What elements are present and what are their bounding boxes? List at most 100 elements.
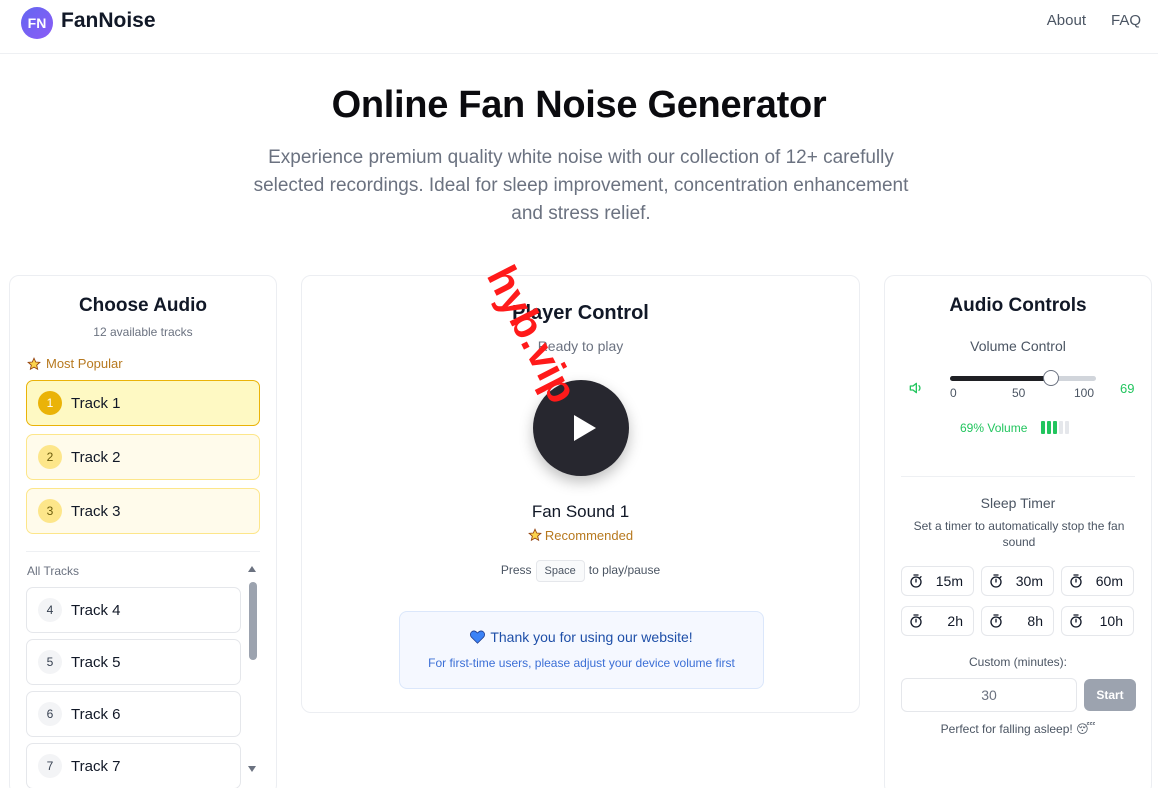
stopwatch-icon [910,614,922,628]
track-item-2[interactable]: 2 Track 2 [26,434,260,480]
track-item-3[interactable]: 3 Track 3 [26,488,260,534]
stopwatch-icon [910,574,922,588]
track-label: Track 3 [71,502,121,520]
track-number: 1 [38,391,62,415]
timer-label: 10h [1099,613,1123,629]
track-label: Track 4 [71,601,121,619]
star-icon [27,356,41,370]
star-icon [528,528,542,542]
stopwatch-icon [1070,574,1082,588]
top-nav: About FAQ [1047,12,1141,29]
nav-about-link[interactable]: About [1047,12,1086,29]
volume-slider-fill [950,376,1051,381]
top-header: FN FanNoise About FAQ [0,0,1158,54]
scroll-up-arrow-icon[interactable] [248,566,256,572]
timer-button-60m[interactable]: 60m [1061,566,1134,596]
volume-percent: 69% Volume [960,421,1028,435]
choose-audio-title: Choose Audio [78,295,208,316]
choose-audio-panel: Choose Audio 12 available tracks Most Po… [9,275,277,788]
track-label: Track 1 [71,394,121,412]
thanks-note: For first-time users, please adjust your… [428,656,735,670]
stopwatch-icon [1070,614,1082,628]
timer-label: 60m [1095,573,1123,589]
track-number: 2 [38,445,62,469]
start-timer-button[interactable]: Start [1084,679,1136,711]
track-label: Track 5 [71,653,121,671]
track-number: 7 [38,754,62,778]
audio-controls-title: Audio Controls [949,295,1087,316]
audio-controls-panel: Audio Controls Volume Control 0 50 100 6… [884,275,1152,788]
timer-button-30m[interactable]: 30m [981,566,1054,596]
track-label: Track 7 [71,757,121,775]
section-divider [901,476,1135,477]
player-status: Ready to play [537,338,624,354]
timer-button-2h[interactable]: 2h [901,606,974,636]
thanks-title: Thank you for using our website! [490,629,693,645]
track-number: 5 [38,650,62,674]
timer-label: 30m [1015,573,1043,589]
volume-slider-handle[interactable] [1042,370,1059,386]
timer-label: 2h [947,613,963,629]
track-number: 4 [38,598,62,622]
level-bar [1065,421,1069,434]
speaker-icon[interactable] [909,381,925,395]
page-title: Online Fan Noise Generator [331,84,827,126]
tick-label: 50 [1012,386,1026,400]
volume-value: 69 [1120,381,1135,396]
level-bar [1047,421,1051,434]
volume-control-label: Volume Control [970,338,1066,354]
timer-button-8h[interactable]: 8h [981,606,1054,636]
sleep-tip: Perfect for falling asleep! 😴 [940,722,1096,736]
volume-slider[interactable] [950,370,1096,386]
scrollbar-thumb[interactable] [249,582,257,660]
level-bar [1053,421,1057,434]
timer-label: 15m [935,573,963,589]
play-icon [574,415,596,441]
player-panel: Player Control Ready to play Fan Sound 1… [301,275,860,713]
volume-level-bars [1041,421,1069,434]
track-item-7[interactable]: 7 Track 7 [26,743,241,788]
scroll-down-arrow-icon[interactable] [248,766,256,772]
track-count: 12 available tracks [93,325,193,339]
track-label: Track 6 [71,705,121,723]
track-item-1[interactable]: 1 Track 1 [26,380,260,426]
space-key-badge: Space [535,560,585,582]
track-label: Track 2 [71,448,121,466]
current-sound-name: Fan Sound 1 [531,502,630,521]
page-description: Experience premium quality white noise w… [253,147,909,224]
level-bar [1059,421,1063,434]
heart-icon [470,630,486,644]
thanks-notice: Thank you for using our website! For fir… [399,611,764,689]
recommended-label: Recommended [544,528,634,543]
all-tracks-heading: All Tracks [27,564,80,578]
logo[interactable]: FN [21,7,53,39]
tick-label: 0 [950,386,957,400]
track-number: 6 [38,702,62,726]
timer-button-10h[interactable]: 10h [1061,606,1134,636]
stopwatch-icon [990,614,1002,628]
track-item-4[interactable]: 4 Track 4 [26,587,241,633]
recommended-badge: Recommended [302,528,859,543]
sleep-timer-description: Set a timer to automatically stop the fa… [913,519,1125,549]
brand-name[interactable]: FanNoise [61,9,156,33]
keyboard-hint: Press Space to play/pause [302,560,859,582]
thanks-title-row: Thank you for using our website! [400,629,763,645]
hint-press: Press [500,563,532,577]
track-item-6[interactable]: 6 Track 6 [26,691,241,737]
tick-label: 100 [1074,386,1095,400]
custom-minutes-input[interactable] [901,678,1077,712]
player-title: Player Control [512,302,649,324]
timer-label: 8h [1027,613,1043,629]
timer-button-15m[interactable]: 15m [901,566,974,596]
most-popular-label: Most Popular [46,356,123,371]
nav-faq-link[interactable]: FAQ [1111,12,1141,29]
section-divider [26,551,260,552]
track-number: 3 [38,499,62,523]
level-bar [1041,421,1045,434]
stopwatch-icon [990,574,1002,588]
hint-action: to play/pause [588,563,661,577]
custom-minutes-label: Custom (minutes): [968,655,1068,669]
most-popular-heading: Most Popular [27,356,123,371]
track-item-5[interactable]: 5 Track 5 [26,639,241,685]
sleep-timer-title: Sleep Timer [980,495,1056,511]
